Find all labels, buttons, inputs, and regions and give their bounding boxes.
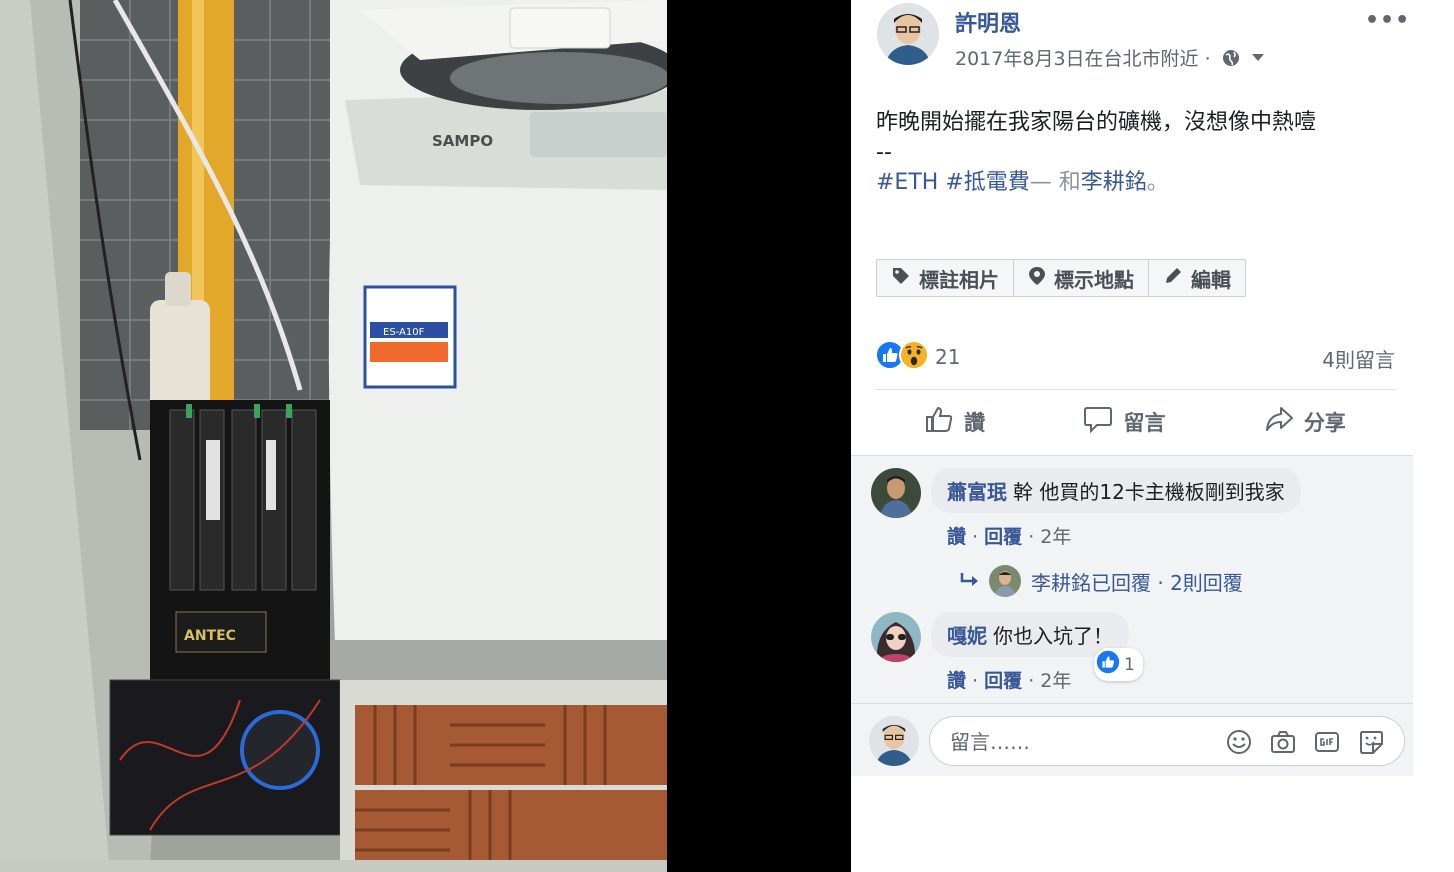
viewer-avatar (869, 716, 919, 766)
commenter-name[interactable]: 嘎妮 (947, 624, 987, 648)
audience-dropdown-icon[interactable] (1251, 46, 1265, 68)
post-meta: 2017年8月3日在台北市附近 · (955, 44, 1265, 73)
post-period: 。 (1146, 170, 1169, 195)
post-author-name[interactable]: 許明恩 (955, 6, 1021, 38)
tag-icon (891, 266, 911, 291)
add-location-label: 標示地點 (1054, 267, 1134, 292)
hashtag-eth[interactable]: #ETH (876, 170, 938, 195)
comment-like-link[interactable]: 讚 (947, 526, 966, 548)
comment-bubble: 蕭富珉幹 他買的12卡主機板剛到我家 (931, 468, 1301, 513)
author-avatar[interactable] (877, 3, 939, 65)
comment-like-count: 1 (1124, 654, 1135, 675)
page-margin (1413, 0, 1454, 872)
comment-count[interactable]: 4則留言 (1322, 344, 1395, 373)
comment-reply-link[interactable]: 回覆 (984, 670, 1022, 692)
like-button[interactable]: 讚 (924, 404, 985, 439)
comment-bubble-icon (1083, 404, 1113, 439)
comment-composer (929, 716, 1405, 766)
comment-age[interactable]: 2年 (1040, 526, 1071, 548)
replies-summary[interactable]: 李耕銘已回覆 · 2則回覆 (959, 565, 1243, 597)
commenter-avatar[interactable] (871, 468, 921, 518)
with-prefix: — 和 (1029, 170, 1081, 195)
comment-age[interactable]: 2年 (1040, 670, 1071, 692)
edit-button[interactable]: 編輯 (1149, 260, 1245, 296)
comment-reply-link[interactable]: 回覆 (984, 526, 1022, 548)
post-text-line1: 昨晚開始擺在我家陽台的礦機，沒想像中熱噎 (876, 110, 1317, 135)
reply-arrow-icon (959, 569, 979, 593)
comment-button[interactable]: 留言 (1083, 404, 1165, 439)
globe-icon[interactable] (1221, 48, 1241, 73)
commenter-name[interactable]: 蕭富珉 (947, 480, 1007, 504)
commenter-avatar[interactable] (871, 612, 921, 662)
camera-icon[interactable] (1270, 729, 1296, 755)
washer-model-label: ES-A10F (383, 327, 425, 338)
share-arrow-icon (1264, 404, 1294, 439)
post-panel: 許明恩 2017年8月3日在台北市附近 · ••• 昨晚開始擺在我家陽台的礦機，… (851, 0, 1413, 872)
comment-text: 你也入坑了！ (993, 624, 1113, 648)
balcony-mining-rig-photo: SAMPO ES-A10F ANTEC (0, 0, 667, 872)
tag-photo-label: 標註相片 (919, 267, 999, 292)
tagged-person[interactable]: 李耕銘 (1081, 170, 1147, 195)
photo-actions-bar: 標註相片 標示地點 編輯 (876, 259, 1246, 297)
post-timestamp-location[interactable]: 2017年8月3日在台北市附近 · (955, 48, 1211, 70)
psu-brand: ANTEC (184, 628, 236, 644)
divider (875, 389, 1395, 390)
washer-brand: SAMPO (432, 132, 493, 150)
gif-icon[interactable] (1314, 729, 1340, 755)
replier-avatar (989, 565, 1021, 597)
like-reaction-icon (1096, 650, 1120, 679)
more-options-icon[interactable]: ••• (1365, 8, 1410, 33)
share-label: 分享 (1303, 410, 1346, 435)
comment-like-badge[interactable]: 1 (1094, 648, 1143, 681)
post-text-line3: #ETH #抵電費— 和李耕銘。 (876, 168, 1396, 198)
post-photo[interactable]: SAMPO ES-A10F ANTEC (0, 0, 667, 872)
pencil-icon (1163, 266, 1183, 291)
add-location-button[interactable]: 標示地點 (1014, 260, 1149, 296)
divider (851, 703, 1413, 704)
post-body: 昨晚開始擺在我家陽台的礦機，沒想像中熱噎 -- #ETH #抵電費— 和李耕銘。 (876, 108, 1396, 198)
hashtag-electricity[interactable]: #抵電費 (945, 170, 1029, 195)
sticker-icon[interactable] (1358, 729, 1384, 755)
comment-text: 幹 他買的12卡主機板剛到我家 (1013, 480, 1285, 504)
wow-reaction-icon (899, 340, 929, 374)
comment-label: 留言 (1123, 410, 1166, 435)
edit-label: 編輯 (1191, 267, 1231, 292)
comment-like-link[interactable]: 讚 (947, 670, 966, 692)
comment-actions: 讚 · 回覆 · 2年 (947, 670, 1072, 692)
thumbs-up-icon (924, 404, 954, 439)
replies-summary-text: 李耕銘已回覆 · 2則回覆 (1031, 570, 1243, 595)
post-text-line2: -- (876, 140, 892, 165)
location-pin-icon (1028, 266, 1046, 291)
tag-photo-button[interactable]: 標註相片 (877, 260, 1014, 296)
emoji-icon[interactable] (1226, 729, 1252, 755)
comment-input[interactable] (948, 727, 1212, 757)
photo-viewer: SAMPO ES-A10F ANTEC (0, 0, 851, 872)
reactions-summary[interactable]: 21 (875, 340, 960, 374)
like-label: 讚 (964, 410, 986, 435)
reaction-count: 21 (935, 345, 961, 369)
comment-actions: 讚 · 回覆 · 2年 (947, 526, 1072, 548)
share-button[interactable]: 分享 (1264, 404, 1346, 439)
post-action-bar: 讚 留言 分享 (875, 404, 1395, 439)
